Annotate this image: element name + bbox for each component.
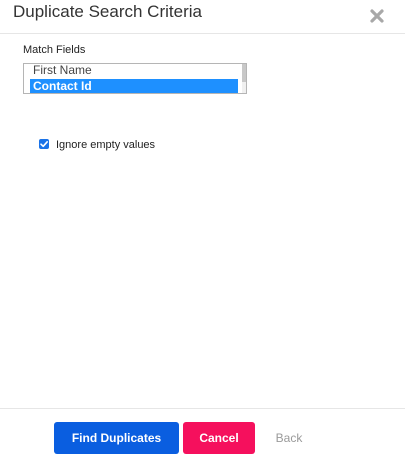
find-duplicates-button[interactable]: Find Duplicates bbox=[54, 422, 179, 454]
scrollbar-thumb[interactable] bbox=[242, 64, 246, 82]
dialog-title: Duplicate Search Criteria bbox=[13, 2, 202, 21]
listbox-scrollbar[interactable] bbox=[242, 64, 246, 93]
dialog-header: Duplicate Search Criteria bbox=[0, 0, 405, 34]
ignore-empty-checkbox[interactable] bbox=[39, 139, 49, 149]
cancel-button[interactable]: Cancel bbox=[183, 422, 255, 454]
match-fields-listbox[interactable]: First Name Contact Id bbox=[23, 63, 247, 94]
match-fields-label: Match Fields bbox=[23, 44, 86, 56]
list-option-contact-id[interactable]: Contact Id bbox=[30, 79, 238, 93]
back-button[interactable]: Back bbox=[262, 422, 316, 454]
dialog-footer: Find Duplicates Cancel Back bbox=[0, 408, 405, 459]
close-icon bbox=[370, 9, 386, 23]
close-button[interactable] bbox=[370, 9, 386, 25]
ignore-empty-label: Ignore empty values bbox=[56, 139, 156, 151]
list-option-first-name[interactable]: First Name bbox=[30, 64, 238, 78]
duplicate-search-dialog: Duplicate Search Criteria Match Fields F… bbox=[0, 0, 405, 459]
checkmark-icon bbox=[40, 141, 48, 148]
